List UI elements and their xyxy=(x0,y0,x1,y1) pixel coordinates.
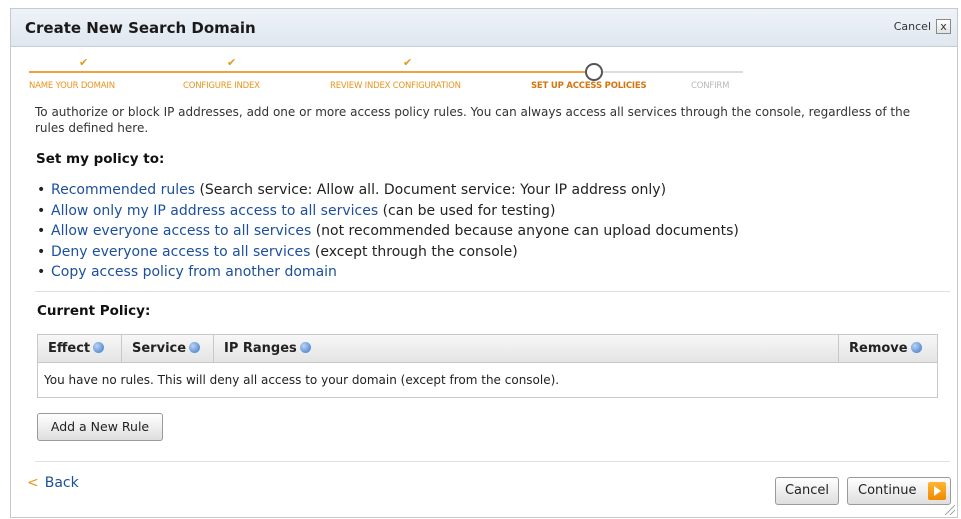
policy-option: • Recommended rules (Search service: Allo… xyxy=(37,182,667,198)
step-label-confirm: CONFIRM xyxy=(691,81,730,91)
step-1-check-icon: ✔ xyxy=(79,56,89,69)
allow-my-ip-link[interactable]: Allow only my IP address access to all s… xyxy=(51,203,378,219)
option-note: (except through the console) xyxy=(310,243,518,260)
option-note: (can be used for testing) xyxy=(378,202,556,219)
copy-policy-link[interactable]: Copy access policy from another domain xyxy=(51,264,337,280)
dialog-title: Create New Search Domain xyxy=(25,19,256,37)
add-new-rule-button[interactable]: Add a New Rule xyxy=(37,413,163,441)
create-search-domain-dialog: Create New Search Domain Cancel x ✔ ✔ ✔ … xyxy=(10,8,958,518)
close-button[interactable]: Cancel x xyxy=(894,19,951,34)
step-label-review-index: REVIEW INDEX CONFIGURATION xyxy=(330,81,461,91)
policy-option: • Deny everyone access to all services (e… xyxy=(37,243,518,260)
back-arrow-icon: < xyxy=(27,475,39,491)
effect-info-icon[interactable] xyxy=(93,342,105,353)
progress-track-complete xyxy=(29,71,585,73)
policy-option: • Copy access policy from another domain xyxy=(37,264,337,280)
resize-grip-icon[interactable] xyxy=(945,505,955,515)
remove-info-icon[interactable] xyxy=(910,342,922,353)
policy-options-list: • Recommended rules (Search service: Allo… xyxy=(37,180,739,283)
close-icon[interactable]: x xyxy=(936,19,951,34)
wizard-progress: ✔ ✔ ✔ NAME YOUR DOMAIN CONFIGURE INDEX R… xyxy=(11,49,957,99)
service-info-icon[interactable] xyxy=(189,342,201,353)
option-note: (Search service: Allow all. Document ser… xyxy=(195,182,667,198)
cancel-button[interactable]: Cancel xyxy=(775,477,839,505)
continue-button[interactable]: Continue xyxy=(847,477,951,505)
footer-divider xyxy=(35,461,950,462)
column-service[interactable]: Service xyxy=(122,335,214,362)
table-header: Effect Service IP Ranges Remove xyxy=(38,335,937,363)
back-link[interactable]: < Back xyxy=(27,475,79,491)
ip-ranges-info-icon[interactable] xyxy=(299,342,311,353)
close-label: Cancel xyxy=(893,20,931,33)
current-step-circle-icon xyxy=(585,63,603,81)
progress-track-remaining xyxy=(603,71,743,73)
step-3-check-icon: ✔ xyxy=(403,56,413,69)
empty-table-message: You have no rules. This will deny all ac… xyxy=(44,373,560,387)
policy-option: • Allow only my IP address access to all … xyxy=(37,202,556,219)
divider xyxy=(35,291,950,292)
deny-everyone-link[interactable]: Deny everyone access to all services xyxy=(51,244,310,260)
continue-arrow-icon xyxy=(928,482,946,500)
step-label-configure-index: CONFIGURE INDEX xyxy=(183,81,260,91)
policy-heading: Set my policy to: xyxy=(36,151,165,167)
intro-text: To authorize or block IP addresses, add … xyxy=(35,105,911,135)
recommended-rules-link[interactable]: Recommended rules xyxy=(51,182,195,198)
current-policy-table: Effect Service IP Ranges Remove You have… xyxy=(37,334,938,398)
step-2-check-icon: ✔ xyxy=(227,56,237,69)
column-remove[interactable]: Remove xyxy=(838,335,937,362)
column-ip-ranges[interactable]: IP Ranges xyxy=(214,335,838,362)
current-policy-heading: Current Policy: xyxy=(37,303,151,319)
policy-option: • Allow everyone access to all services (… xyxy=(37,223,739,239)
dialog-titlebar: Create New Search Domain Cancel x xyxy=(11,9,957,47)
option-note: (not recommended because anyone can uplo… xyxy=(311,223,739,239)
step-label-name-domain: NAME YOUR DOMAIN xyxy=(29,81,115,91)
step-label-access-policies: SET UP ACCESS POLICIES xyxy=(531,81,647,91)
column-effect[interactable]: Effect xyxy=(38,335,122,362)
allow-everyone-link[interactable]: Allow everyone access to all services xyxy=(51,223,311,239)
